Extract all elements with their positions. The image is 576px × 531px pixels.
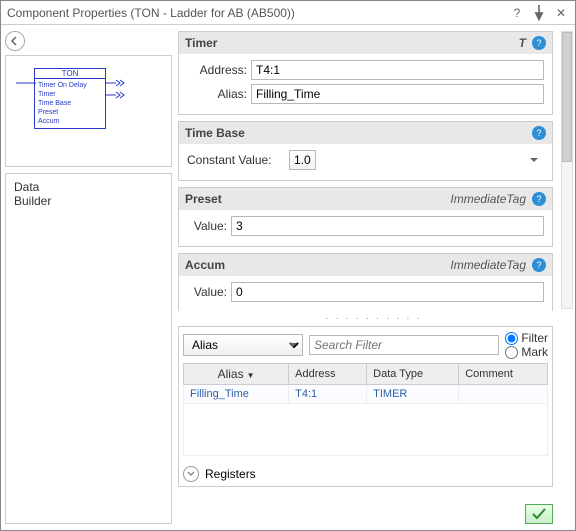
address-input[interactable] <box>251 60 544 80</box>
address-label: Address: <box>187 63 247 77</box>
tree-item-data[interactable]: Data <box>14 180 163 194</box>
splitter[interactable]: · · · · · · · · · · <box>178 313 569 324</box>
close-button[interactable]: ✕ <box>553 5 569 21</box>
timer-symbol: T <box>519 36 526 50</box>
col-datatype[interactable]: Data Type <box>367 364 459 385</box>
section-title-timebase: Time Base <box>185 126 532 140</box>
constant-value-label: Constant Value: <box>187 153 285 167</box>
col-alias[interactable]: Alias ▼ <box>184 364 289 385</box>
preview-line: Time Base <box>38 99 102 108</box>
scrollbar[interactable] <box>561 31 573 309</box>
col-comment[interactable]: Comment <box>459 364 548 385</box>
help-icon[interactable]: ? <box>532 36 546 50</box>
registers-expander[interactable]: Registers <box>183 466 548 482</box>
section-title-accum: Accum <box>185 258 450 272</box>
section-title-preset: Preset <box>185 192 450 206</box>
filter-radio[interactable]: Filter <box>505 331 548 345</box>
preview-header: TON <box>34 68 106 79</box>
constant-value-select[interactable]: 1.0 <box>289 150 316 170</box>
registers-label: Registers <box>205 467 256 481</box>
mark-radio[interactable]: Mark <box>505 345 548 359</box>
accum-tag: ImmediateTag <box>450 258 526 272</box>
alias-table: Alias ▼ Address Data Type Comment Fillin… <box>183 363 548 456</box>
col-address[interactable]: Address <box>289 364 367 385</box>
section-title-timer: Timer <box>185 36 519 50</box>
apply-button[interactable] <box>525 504 553 524</box>
preview-line: Accum <box>38 117 102 126</box>
chevron-down-icon <box>183 466 199 482</box>
preset-value-label: Value: <box>187 219 227 233</box>
help-button[interactable]: ? <box>509 5 525 21</box>
window-title: Component Properties (TON - Ladder for A… <box>7 6 503 20</box>
tree-item-builder[interactable]: Builder <box>14 194 163 208</box>
component-preview: TON Timer On Delay Timer Time Base Prese… <box>5 55 172 167</box>
back-button[interactable] <box>5 31 25 51</box>
accum-value-input[interactable] <box>231 282 544 302</box>
search-input[interactable] <box>309 335 499 355</box>
help-icon[interactable]: ? <box>532 192 546 206</box>
help-icon[interactable]: ? <box>532 258 546 272</box>
preview-line: Timer <box>38 90 102 99</box>
preset-tag: ImmediateTag <box>450 192 526 206</box>
alias-input[interactable] <box>251 84 544 104</box>
grid-filter-select[interactable]: Alias <box>183 334 303 356</box>
help-icon[interactable]: ? <box>532 126 546 140</box>
accum-value-label: Value: <box>187 285 227 299</box>
table-row[interactable]: Filling_Time T4:1 TIMER <box>184 385 548 404</box>
pin-button[interactable] <box>531 5 547 21</box>
tree-panel: Data Builder <box>5 173 172 524</box>
preview-line: Timer On Delay <box>38 81 102 90</box>
preview-line: Preset <box>38 108 102 117</box>
preset-value-input[interactable] <box>231 216 544 236</box>
alias-label: Alias: <box>187 87 247 101</box>
